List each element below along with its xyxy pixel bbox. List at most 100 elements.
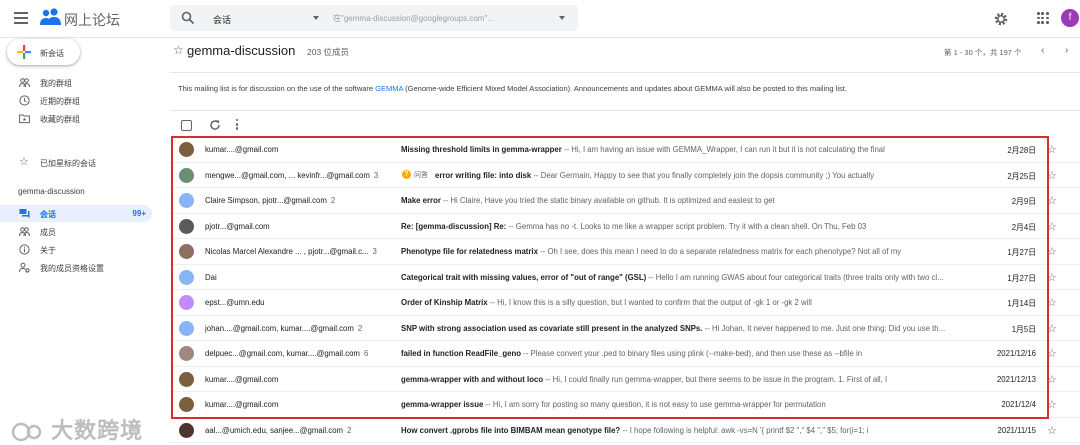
sidebar-item-favorite-groups[interactable]: 收藏的群组 [0, 110, 160, 127]
apps-grid-icon[interactable] [1037, 12, 1049, 24]
sidebar-item-recent-groups[interactable]: 近期的群组 [0, 92, 160, 109]
chevron-down-icon[interactable] [313, 16, 319, 20]
star-icon[interactable]: ☆ [1047, 271, 1057, 284]
star-icon[interactable]: ☆ [1047, 424, 1057, 437]
thread-participants: johan....@gmail.com, kumar....@gmail.com… [205, 323, 363, 333]
avatar [179, 218, 194, 234]
message-count: 3 [372, 247, 377, 256]
search-icon[interactable] [181, 11, 195, 25]
members-icon [19, 227, 30, 237]
thread-participants: epst...@umn.edu [205, 298, 265, 307]
avatar [179, 320, 194, 336]
thread-subject[interactable]: Make error -- Hi Claire, Have you tried … [401, 196, 1001, 205]
star-icon[interactable]: ☆ [1047, 143, 1057, 156]
chevron-left-icon[interactable]: ‹ [1041, 45, 1044, 56]
pagination-status: 第 1 - 30 个，共 197 个 [944, 48, 1022, 57]
thread-subject[interactable]: gemma-wrapper issue -- Hi, I am sorry fo… [401, 400, 1001, 409]
star-icon[interactable]: ☆ [173, 43, 184, 57]
thread-subject[interactable]: gemma-wrapper with and without loco -- H… [401, 375, 1001, 384]
sidebar-item-my-groups[interactable]: 我的群组 [0, 74, 160, 91]
plus-icon [17, 45, 31, 59]
sidebar-item-membership-settings[interactable]: 我的成员资格设置 [0, 259, 160, 276]
avatar [179, 422, 194, 438]
star-icon[interactable]: ☆ [1047, 220, 1057, 233]
thread-subject[interactable]: SNP with strong association used as cova… [401, 324, 1001, 333]
thread-subject[interactable]: error writing file: into disk -- Dear Ge… [435, 171, 1001, 180]
thread-row[interactable]: kumar....@gmail.com Missing threshold lim… [170, 137, 1080, 163]
star-icon[interactable]: ☆ [1047, 322, 1057, 335]
thread-row[interactable]: mengwe...@gmail.com, ... kevinfr...@gmai… [170, 163, 1080, 188]
gemma-link[interactable]: GEMMA [375, 84, 403, 93]
sidebar-section-title[interactable]: gemma-discussion [18, 187, 85, 196]
thread-row[interactable]: Dai Categorical trait with missing values… [170, 265, 1080, 290]
thread-row[interactable]: johan....@gmail.com, kumar....@gmail.com… [170, 316, 1080, 341]
top-bar: 网上论坛 会话 在"gemma-discussion@googlegroups.… [0, 0, 1080, 38]
watermark: 大数跨境 [10, 413, 143, 445]
question-icon: ? [402, 170, 411, 180]
search-scope[interactable]: 会话 [213, 13, 231, 26]
conversation-icon [19, 209, 30, 218]
thread-subject[interactable]: failed in function ReadFile_geno -- Plea… [401, 349, 1001, 358]
star-icon[interactable]: ☆ [1047, 373, 1057, 386]
unread-count-badge: 99+ [132, 209, 146, 218]
thread-date: 1月14日 [1007, 299, 1036, 308]
star-icon[interactable]: ☆ [1047, 194, 1057, 207]
settings-person-icon [19, 262, 30, 273]
star-icon[interactable]: ☆ [1047, 169, 1057, 182]
gear-icon[interactable] [993, 11, 1009, 27]
sidebar-item-label: 成员 [40, 228, 56, 237]
avatar [179, 397, 194, 412]
thread-date: 2021/11/15 [997, 425, 1036, 435]
thread-subject[interactable]: How convert .gprobs file into BIMBAM mea… [401, 426, 1001, 435]
thread-row[interactable]: Nicolas Marcel Alexandre ... , pjotr...@… [170, 239, 1080, 265]
new-conversation-button[interactable]: 新会话 [7, 39, 80, 65]
groups-logo-icon[interactable] [40, 8, 62, 26]
thread-date: 2月4日 [1011, 222, 1036, 232]
refresh-icon[interactable] [209, 119, 221, 131]
thread-subject[interactable]: Missing threshold limits in gemma-wrappe… [401, 145, 1001, 154]
search-bar[interactable]: 会话 在"gemma-discussion@googlegroups.com".… [170, 5, 578, 31]
thread-participants: Claire Simpson, pjotr...@gmail.com 2 [205, 196, 336, 205]
thread-date: 2021/12/4 [1001, 400, 1036, 409]
star-icon[interactable]: ☆ [1047, 296, 1057, 309]
thread-date: 1月27日 [1007, 248, 1036, 257]
thread-subject[interactable]: Re: [gemma-discussion] Re: -- Gemma has … [401, 222, 1001, 231]
account-avatar[interactable]: f [1061, 9, 1079, 27]
sidebar-item-starred[interactable]: ☆ 已加星标的会话 [0, 154, 160, 171]
thread-subject[interactable]: Categorical trait with missing values, e… [401, 273, 1001, 282]
app-title[interactable]: 网上论坛 [64, 10, 120, 30]
more-vert-icon[interactable] [235, 119, 239, 131]
thread-date: 2021/12/13 [996, 374, 1036, 384]
star-icon[interactable]: ☆ [1047, 347, 1057, 360]
sidebar-item-about[interactable]: 关于 [0, 241, 160, 258]
thread-participants: kumar....@gmail.com [205, 400, 279, 409]
sidebar-item-label: 会话 [40, 210, 56, 219]
watermark-logo-icon [11, 422, 42, 442]
sidebar-item-members[interactable]: 成员 [0, 223, 160, 240]
search-options-icon[interactable] [559, 16, 565, 20]
star-icon[interactable]: ☆ [1047, 245, 1057, 258]
avatar [179, 193, 194, 208]
select-all-checkbox[interactable] [181, 120, 192, 131]
member-count[interactable]: 203 位成员 [307, 46, 349, 58]
thread-row[interactable]: pjotr...@gmail.com Re: [gemma-discussion]… [170, 214, 1080, 239]
thread-row[interactable]: Claire Simpson, pjotr...@gmail.com 2 Make … [170, 188, 1080, 214]
thread-participants: kumar....@gmail.com [205, 145, 279, 154]
avatar [179, 167, 194, 183]
search-input[interactable]: 在"gemma-discussion@googlegroups.com"... [333, 13, 494, 24]
thread-row[interactable]: aal...@umich.edu, sanjee...@gmail.com 2 Ho… [170, 418, 1080, 443]
star-icon[interactable]: ☆ [1047, 398, 1057, 411]
thread-row[interactable]: kumar....@gmail.com gemma-wrapper with an… [170, 367, 1080, 392]
thread-row[interactable]: epst...@umn.edu Order of Kinship Matrix -… [170, 290, 1080, 316]
message-count: 3 [373, 170, 379, 180]
thread-row[interactable]: kumar....@gmail.com gemma-wrapper issue -… [170, 392, 1080, 418]
chevron-right-icon[interactable]: › [1065, 45, 1068, 56]
thread-row[interactable]: delpuec...@gmail.com, kumar....@gmail.co… [170, 341, 1080, 367]
thread-subject[interactable]: Phenotype file for relatedness matrix --… [401, 247, 1001, 256]
thread-subject[interactable]: Order of Kinship Matrix -- Hi, I know th… [401, 298, 1001, 307]
avatar [179, 295, 194, 310]
message-count: 2 [357, 323, 363, 333]
star-icon: ☆ [19, 156, 29, 168]
sidebar-item-conversations[interactable]: 会话 99+ [0, 205, 152, 222]
menu-icon[interactable] [14, 12, 28, 24]
